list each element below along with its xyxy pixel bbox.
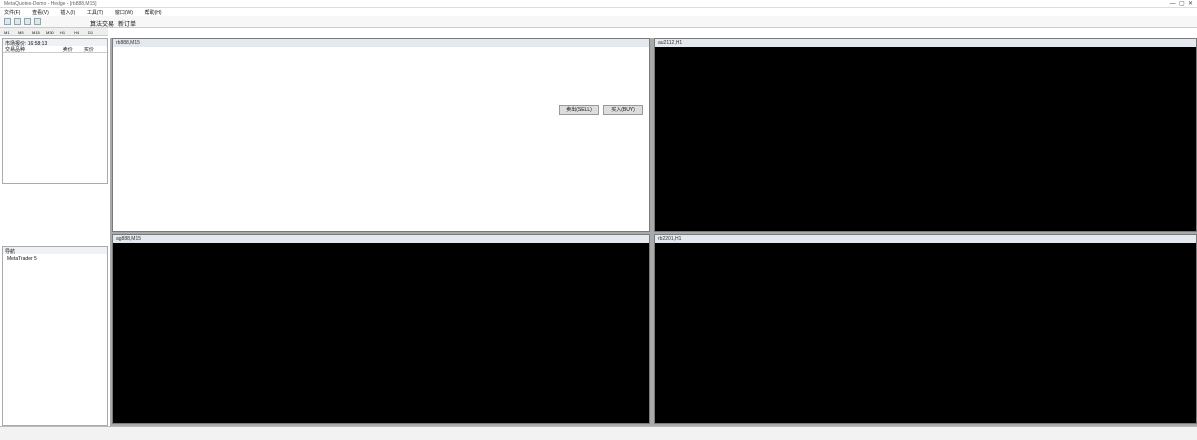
menu-bar: 文件(F) 查看(V) 插入(I) 工具(T) 窗口(W) 帮助(H): [0, 8, 1197, 16]
col-ask: 买价: [83, 47, 94, 53]
workspace: rb888,M15 买入(BUY) 卖出(SELL) au2112,H1 ag8…: [110, 38, 1197, 426]
profiles-icon[interactable]: [14, 18, 21, 25]
chart-title-4: rb2201,H1: [655, 235, 1196, 243]
timeframe-bar: M1 M5 M15 M30 H1 H4 D1: [0, 28, 108, 36]
timeframe-m15[interactable]: M15: [32, 30, 40, 35]
timeframe-m30[interactable]: M30: [46, 30, 54, 35]
col-symbol: 交易品种: [5, 47, 26, 53]
chart-title-3: ag888,M15: [113, 235, 649, 243]
chart-canvas-3[interactable]: [113, 243, 649, 423]
new-order-button[interactable]: 新订单: [118, 19, 136, 28]
menu-view[interactable]: 查看(V): [32, 9, 49, 16]
col-bid: 卖价: [62, 47, 73, 53]
menu-tools[interactable]: 工具(T): [87, 9, 103, 16]
bottom-bar: [0, 426, 1197, 440]
toolbar: 算法交易 新订单: [0, 16, 1197, 28]
chart-window-4: rb2201,H1: [654, 234, 1197, 424]
new-chart-icon[interactable]: [4, 18, 11, 25]
algo-trading-button[interactable]: 算法交易: [90, 19, 114, 28]
window-title: MetaQuotes-Demo - Hedge - [rb888,M15]: [4, 1, 97, 7]
sell-button[interactable]: 卖出(SELL): [559, 105, 599, 115]
market-watch-title: 市场报价: 16:58:13: [3, 39, 107, 47]
market-watch-panel: 市场报价: 16:58:13 交易品种 卖价 买价: [2, 38, 108, 184]
chart-canvas-4[interactable]: [655, 243, 1196, 423]
trade-window: rb888,M15 买入(BUY) 卖出(SELL): [112, 38, 650, 232]
window-controls[interactable]: — ▢ ✕: [1170, 0, 1193, 7]
timeframe-h4[interactable]: H4: [74, 30, 79, 35]
navigator-title: 导航: [3, 247, 107, 255]
buy-button[interactable]: 买入(BUY): [603, 105, 643, 115]
trade-window-title: rb888,M15: [113, 39, 649, 47]
navigator-icon[interactable]: [34, 18, 41, 25]
chart-window-2: au2112,H1: [654, 38, 1197, 232]
timeframe-h1[interactable]: H1: [60, 30, 65, 35]
navigator-root[interactable]: MetaTrader 5: [3, 254, 107, 264]
navigator-panel: 导航 MetaTrader 5: [2, 246, 108, 426]
menu-insert[interactable]: 插入(I): [60, 9, 75, 16]
timeframe-m1[interactable]: M1: [4, 30, 10, 35]
menu-file[interactable]: 文件(F): [4, 9, 20, 16]
chart-title-2: au2112,H1: [655, 39, 1196, 47]
market-watch-icon[interactable]: [24, 18, 31, 25]
timeframe-m5[interactable]: M5: [18, 30, 24, 35]
market-watch-header: 交易品种 卖价 买价: [3, 46, 107, 53]
title-bar: MetaQuotes-Demo - Hedge - [rb888,M15] — …: [0, 0, 1197, 8]
timeframe-d1[interactable]: D1: [88, 30, 93, 35]
menu-help[interactable]: 帮助(H): [145, 9, 162, 16]
chart-window-3: ag888,M15: [112, 234, 650, 424]
menu-window[interactable]: 窗口(W): [115, 9, 133, 16]
chart-canvas-2[interactable]: [655, 47, 1196, 231]
